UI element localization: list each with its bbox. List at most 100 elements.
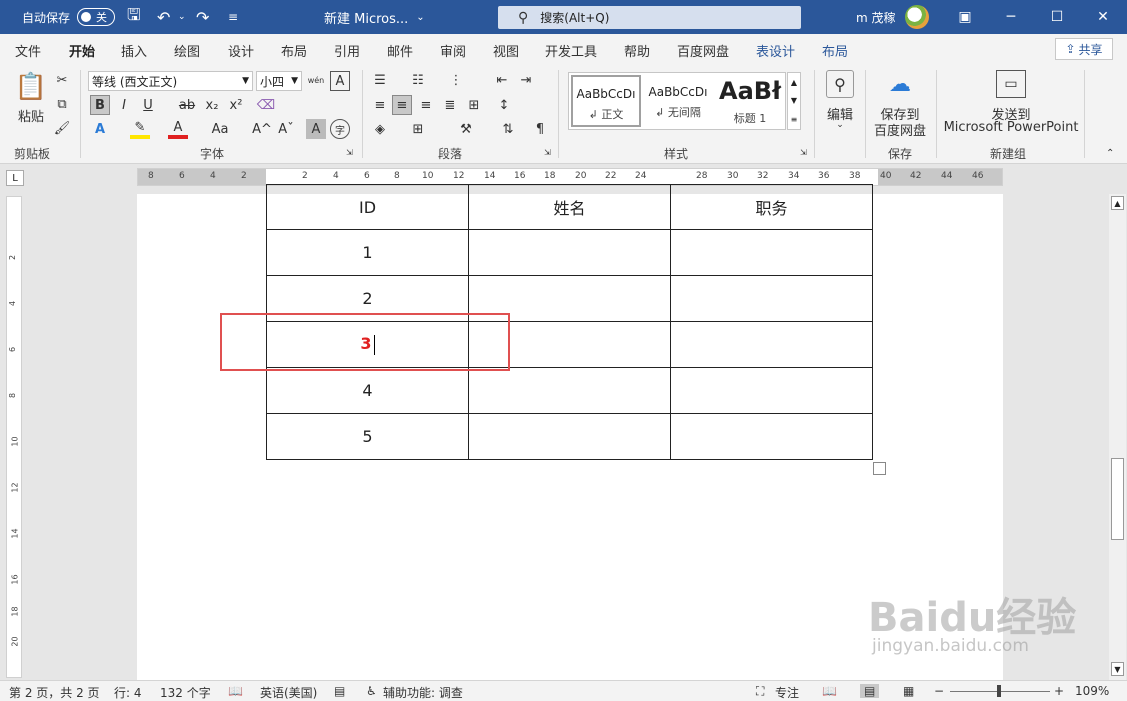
table-cell[interactable] — [670, 229, 873, 276]
accessibility-status[interactable]: 辅助功能: 调查 — [383, 684, 463, 701]
more-icon[interactable]: ≡ — [791, 115, 798, 124]
cut-icon[interactable]: ✂ — [52, 70, 72, 90]
superscript-button[interactable]: x² — [226, 95, 246, 115]
sort-icon[interactable]: ⇅ — [498, 119, 518, 139]
table-cell[interactable] — [468, 413, 671, 460]
tab-selector[interactable]: L — [6, 170, 24, 186]
table-cell[interactable] — [468, 229, 671, 276]
zoom-out-icon[interactable]: − — [934, 684, 944, 698]
tab-references[interactable]: 引用 — [334, 41, 360, 60]
table-cell[interactable] — [670, 367, 873, 414]
tab-table-design[interactable]: 表设计 — [756, 41, 795, 60]
show-marks-icon[interactable]: ¶ — [530, 119, 550, 139]
change-case-icon[interactable]: Aa — [206, 119, 234, 139]
table-cell[interactable] — [670, 413, 873, 460]
table-cell[interactable]: ID — [266, 184, 469, 230]
format-painter-icon[interactable]: 🖌 — [52, 118, 72, 138]
find-icon[interactable]: ⚲ — [826, 70, 854, 98]
shrink-font-icon[interactable]: Aˇ — [276, 119, 296, 139]
align-left-icon[interactable]: ≡ — [370, 95, 390, 115]
style-normal[interactable]: AaBbCcDı ↲ 正文 — [571, 75, 641, 127]
document-title[interactable]: 新建 Micros... ⌄ — [324, 0, 425, 34]
styles-dialog-launcher-icon[interactable]: ⇲ — [800, 148, 807, 157]
line-number[interactable]: 行: 4 — [114, 684, 142, 701]
table-cell[interactable]: 职务 — [670, 184, 873, 230]
close-icon[interactable]: ✕ — [1080, 0, 1126, 34]
align-right-icon[interactable]: ≡ — [416, 95, 436, 115]
undo-dropdown-icon[interactable]: ⌄ — [178, 0, 186, 34]
line-spacing-icon[interactable]: ↕ — [494, 95, 514, 115]
style-no-spacing[interactable]: AaBbCcDı ↲ 无间隔 — [643, 75, 713, 127]
chevron-down-icon[interactable]: ⌄ — [834, 120, 846, 130]
avatar[interactable] — [905, 5, 929, 29]
scroll-up-icon[interactable]: ▲ — [1111, 196, 1124, 210]
clear-formatting-icon[interactable]: ⌫ — [256, 95, 276, 115]
paragraph-dialog-launcher-icon[interactable]: ⇲ — [544, 148, 551, 157]
macro-icon[interactable]: ▤ — [334, 684, 345, 698]
proofing-icon[interactable]: 📖 — [228, 684, 243, 698]
save-icon[interactable]: 🖫 — [127, 0, 141, 34]
tab-developer[interactable]: 开发工具 — [545, 41, 597, 60]
decrease-indent-icon[interactable]: ⇤ — [492, 70, 512, 90]
tab-home[interactable]: 开始 — [69, 41, 96, 67]
zoom-slider-knob[interactable] — [997, 685, 1001, 697]
style-heading-1[interactable]: AaBł 标题 1 — [715, 75, 785, 127]
borders-icon[interactable]: ⊞ — [408, 119, 428, 139]
scroll-thumb[interactable] — [1111, 458, 1124, 540]
phonetic-guide-icon[interactable]: wén — [306, 70, 326, 90]
word-count[interactable]: 132 个字 — [160, 684, 211, 701]
tab-help[interactable]: 帮助 — [624, 41, 650, 60]
autosave-toggle[interactable]: 关 — [77, 8, 115, 26]
table-resize-handle[interactable] — [873, 462, 886, 475]
redo-icon[interactable]: ↷ — [196, 0, 209, 34]
table-cell[interactable] — [670, 275, 873, 322]
bold-button[interactable]: B — [90, 95, 110, 115]
maximize-icon[interactable]: ☐ — [1034, 0, 1080, 34]
share-button[interactable]: ⇪ 共享 — [1055, 38, 1113, 60]
font-dialog-launcher-icon[interactable]: ⇲ — [346, 148, 353, 157]
minimize-icon[interactable]: ─ — [988, 0, 1034, 34]
tab-layout[interactable]: 布局 — [281, 41, 307, 60]
underline-button[interactable]: U — [138, 95, 158, 115]
font-name-select[interactable]: 等线 (西文正文) ▼ — [88, 71, 253, 91]
vertical-scrollbar[interactable]: ▲ ▼ — [1109, 194, 1126, 680]
grow-font-icon[interactable]: A^ — [252, 119, 272, 139]
character-border-icon[interactable]: A — [330, 71, 350, 91]
focus-icon[interactable]: ⛶ — [756, 684, 764, 699]
zoom-level[interactable]: 109% — [1075, 684, 1109, 698]
collapse-ribbon-icon[interactable]: ⌃ — [1106, 148, 1114, 159]
user-name[interactable]: m 茂稼 — [856, 0, 896, 34]
page-count[interactable]: 第 2 页，共 2 页 — [9, 684, 100, 701]
accessibility-icon[interactable]: ♿ — [366, 684, 377, 698]
focus-mode[interactable]: 专注 — [775, 684, 799, 701]
text-effects-icon[interactable]: A — [90, 119, 110, 139]
zoom-in-icon[interactable]: + — [1054, 684, 1064, 698]
ribbon-display-icon[interactable]: ▣ — [942, 0, 988, 34]
tab-baidu-netdisk[interactable]: 百度网盘 — [677, 41, 729, 60]
shading-icon[interactable]: ◈ — [370, 119, 390, 139]
character-shading-icon[interactable]: A — [306, 119, 326, 139]
print-layout-icon[interactable]: ▤ — [860, 684, 880, 698]
save-to-netdisk-line2[interactable]: 百度网盘 — [870, 120, 930, 139]
multilevel-list-icon[interactable]: ⋮ — [446, 70, 466, 90]
web-layout-icon[interactable]: ▦ — [903, 684, 914, 698]
table-cell[interactable]: 5 — [266, 413, 469, 460]
language[interactable]: 英语(美国) — [260, 684, 317, 701]
justify-icon[interactable]: ≣ — [440, 95, 460, 115]
italic-button[interactable]: I — [114, 95, 134, 115]
subscript-button[interactable]: x₂ — [202, 95, 222, 115]
bullets-icon[interactable]: ☰ — [370, 70, 390, 90]
enclose-characters-icon[interactable]: 字 — [330, 119, 350, 139]
send-to-powerpoint-icon[interactable]: ▭ — [996, 70, 1026, 98]
tab-review[interactable]: 审阅 — [440, 41, 466, 60]
copy-icon[interactable]: ⧉ — [52, 94, 72, 114]
table-cell[interactable]: 姓名 — [468, 184, 671, 230]
chinese-layout-icon[interactable]: ⚒ — [456, 119, 476, 139]
font-size-select[interactable]: 小四 ▼ — [256, 71, 302, 91]
read-mode-icon[interactable]: 📖 — [822, 684, 837, 698]
baidu-netdisk-icon[interactable]: ☁ — [886, 70, 914, 98]
tab-mailings[interactable]: 邮件 — [387, 41, 413, 60]
tab-draw[interactable]: 绘图 — [174, 41, 200, 60]
styles-scroll[interactable]: ▲ ▼ ≡ — [787, 72, 801, 130]
vertical-ruler[interactable]: 2 4 6 8 10 12 14 16 18 20 — [6, 196, 22, 678]
